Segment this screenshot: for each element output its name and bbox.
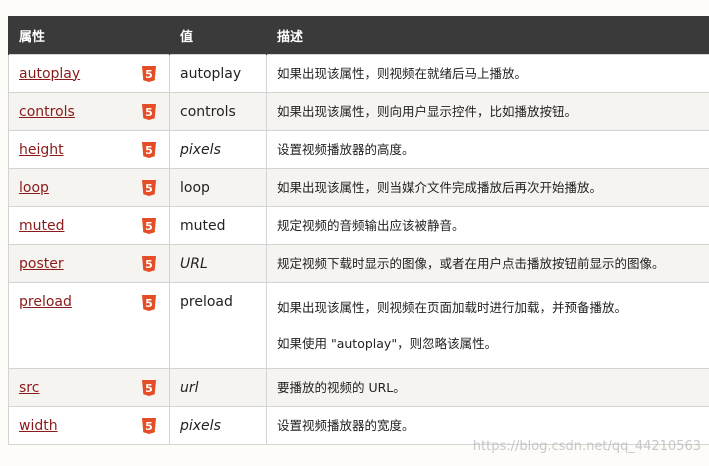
attribute-value-cell: URL xyxy=(169,244,267,283)
attribute-link-preload[interactable]: preload xyxy=(19,294,72,310)
attribute-name-cell: height 5 xyxy=(8,130,170,169)
table-header: 属性 值 描述 xyxy=(8,16,709,55)
attribute-link-loop[interactable]: loop xyxy=(19,180,49,196)
svg-text:5: 5 xyxy=(145,258,153,271)
attribute-description-cell: 规定视频下载时显示的图像，或者在用户点击播放按钮前显示的图像。 xyxy=(266,244,709,283)
svg-text:5: 5 xyxy=(145,106,153,119)
attribute-name-cell: controls 5 xyxy=(8,92,170,131)
attribute-value-cell: controls xyxy=(169,92,267,131)
table-row: height 5 pixels 设置视频播放器的高度。 xyxy=(8,130,709,169)
html5-icon: 5 xyxy=(142,379,156,396)
table-body: autoplay 5 autoplay 如果出现该属性，则视频在就绪后马上播放。 con… xyxy=(8,54,709,445)
description-text: 设置视频播放器的宽度。 xyxy=(277,417,415,433)
attribute-description-cell: 如果出现该属性，则当媒介文件完成播放后再次开始播放。 xyxy=(266,168,709,207)
attribute-link-src[interactable]: src xyxy=(19,380,39,396)
svg-text:5: 5 xyxy=(145,420,153,433)
attribute-name-cell: muted 5 xyxy=(8,206,170,245)
html5-icon: 5 xyxy=(142,255,156,272)
table-row: src 5 url 要播放的视频的 URL。 xyxy=(8,368,709,407)
description-text: 如果出现该属性，则向用户显示控件，比如播放按钮。 xyxy=(277,103,578,119)
attribute-value-cell: autoplay xyxy=(169,54,267,93)
attribute-name-cell: poster 5 xyxy=(8,244,170,283)
description-text: 规定视频下载时显示的图像，或者在用户点击播放按钮前显示的图像。 xyxy=(277,255,665,271)
attribute-value-cell: pixels xyxy=(169,130,267,169)
attribute-description-cell: 如果出现该属性，则视频在页面加载时进行加载，并预备播放。 如果使用 "autopl… xyxy=(266,282,709,369)
table-row: muted 5 muted 规定视频的音频输出应该被静音。 xyxy=(8,206,709,245)
attribute-value-cell: muted xyxy=(169,206,267,245)
attribute-description-cell: 要播放的视频的 URL。 xyxy=(266,368,709,407)
description-text: 规定视频的音频输出应该被静音。 xyxy=(277,217,465,233)
attribute-value-cell: preload xyxy=(169,282,267,369)
attribute-name-cell: preload 5 xyxy=(8,282,170,369)
table-header-row: 属性 值 描述 xyxy=(8,16,709,55)
description-text: 如果出现该属性，则视频在就绪后马上播放。 xyxy=(277,65,528,81)
html5-icon: 5 xyxy=(142,179,156,196)
svg-text:5: 5 xyxy=(145,382,153,395)
watermark: https://blog.csdn.net/qq_44210563 xyxy=(472,439,701,454)
html5-icon: 5 xyxy=(142,65,156,82)
video-attributes-table: 属性 值 描述 autoplay 5 autoplay 如果出现该属性，则视频在就绪后… xyxy=(8,16,709,445)
attribute-value-cell: url xyxy=(169,368,267,407)
header-description: 描述 xyxy=(266,16,709,55)
description-text: 如果使用 "autoplay"，则忽略该属性。 xyxy=(277,335,498,351)
attribute-value-cell: pixels xyxy=(169,406,267,445)
description-text: 如果出现该属性，则当媒介文件完成播放后再次开始播放。 xyxy=(277,179,603,195)
attribute-description-cell: 设置视频播放器的高度。 xyxy=(266,130,709,169)
description-text: 要播放的视频的 URL。 xyxy=(277,379,406,395)
html5-icon: 5 xyxy=(142,295,156,311)
attribute-name-cell: autoplay 5 xyxy=(8,54,170,93)
attribute-link-autoplay[interactable]: autoplay xyxy=(19,66,80,82)
table-row: poster 5 URL 规定视频下载时显示的图像，或者在用户点击播放按钮前显示的图像… xyxy=(8,244,709,283)
html5-icon: 5 xyxy=(142,141,156,158)
attribute-link-width[interactable]: width xyxy=(19,418,58,434)
attribute-name-cell: src 5 xyxy=(8,368,170,407)
page: 属性 值 描述 autoplay 5 autoplay 如果出现该属性，则视频在就绪后… xyxy=(0,0,709,466)
attribute-description-cell: 如果出现该属性，则视频在就绪后马上播放。 xyxy=(266,54,709,93)
attribute-name-cell: loop 5 xyxy=(8,168,170,207)
attribute-link-poster[interactable]: poster xyxy=(19,256,64,272)
table-row: controls 5 controls 如果出现该属性，则向用户显示控件，比如播放按钮… xyxy=(8,92,709,131)
attribute-description-cell: 如果出现该属性，则向用户显示控件，比如播放按钮。 xyxy=(266,92,709,131)
attribute-name-cell: width 5 xyxy=(8,406,170,445)
header-value: 值 xyxy=(169,16,267,55)
attribute-description-cell: 规定视频的音频输出应该被静音。 xyxy=(266,206,709,245)
svg-text:5: 5 xyxy=(145,144,153,157)
attribute-link-height[interactable]: height xyxy=(19,142,64,158)
attribute-link-controls[interactable]: controls xyxy=(19,104,75,120)
table-row: loop 5 loop 如果出现该属性，则当媒介文件完成播放后再次开始播放。 xyxy=(8,168,709,207)
table-row: preload 5 preload 如果出现该属性，则视频在页面加载时进行加载，并预备… xyxy=(8,282,709,369)
attribute-value-cell: loop xyxy=(169,168,267,207)
svg-text:5: 5 xyxy=(145,68,153,81)
html5-icon: 5 xyxy=(142,417,156,434)
html5-icon: 5 xyxy=(142,217,156,234)
description-text: 如果出现该属性，则视频在页面加载时进行加载，并预备播放。 xyxy=(277,299,628,315)
html5-icon: 5 xyxy=(142,103,156,120)
svg-text:5: 5 xyxy=(145,297,153,310)
header-attribute: 属性 xyxy=(8,16,170,55)
svg-text:5: 5 xyxy=(145,182,153,195)
attribute-link-muted[interactable]: muted xyxy=(19,218,65,234)
table-row: autoplay 5 autoplay 如果出现该属性，则视频在就绪后马上播放。 xyxy=(8,54,709,93)
description-text: 设置视频播放器的高度。 xyxy=(277,141,415,157)
svg-text:5: 5 xyxy=(145,220,153,233)
